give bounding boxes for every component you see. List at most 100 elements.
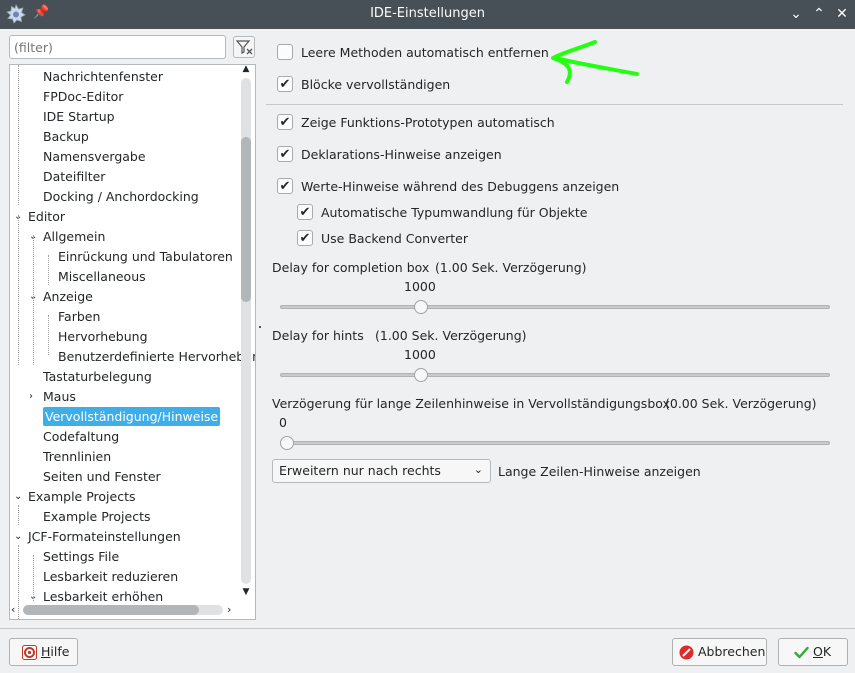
tree-item[interactable]: Settings File — [43, 547, 119, 567]
slider-value-completion-delay: 1000 — [404, 279, 436, 294]
clear-filter-button[interactable] — [233, 36, 255, 58]
tree-item[interactable]: Farben — [58, 307, 100, 327]
tree-item[interactable]: IDE Startup — [43, 107, 115, 127]
checkbox-box[interactable]: ✔ — [297, 204, 313, 220]
tree-item-label: Maus — [43, 389, 76, 404]
tree-item-label: Trennlinien — [43, 449, 112, 464]
help-icon — [22, 645, 37, 660]
checkbox-box[interactable]: ✔ — [277, 76, 293, 92]
tree-item[interactable]: Benutzerdefinierte Hervorhebungen — [58, 347, 255, 367]
settings-tree[interactable]: Nachrichtenfenster FPDoc-Editor IDE Startu… — [9, 64, 256, 620]
tree-item[interactable]: Dateifilter — [43, 167, 105, 187]
tree-vertical-scrollbar[interactable]: ▲ ▼ — [238, 64, 254, 601]
tree-item[interactable]: Docking / Anchordocking — [43, 187, 199, 207]
slider-groove[interactable] — [280, 441, 830, 445]
scroll-left-icon[interactable]: ‹ — [11, 603, 15, 616]
tree-item[interactable]: Vervollständigung/Hinweise — [43, 407, 221, 427]
tree-item[interactable]: Tastaturbelegung — [43, 367, 152, 387]
ok-mnemonic: O — [813, 644, 823, 659]
tree-item[interactable]: Editor — [28, 207, 65, 227]
chevron-down-icon: ⌄ — [473, 463, 483, 476]
checkbox-box[interactable]: ✔ — [277, 178, 293, 194]
tree-item-label: JCF-Formateinstellungen — [28, 529, 181, 544]
footer-separator — [0, 628, 855, 629]
scroll-right-icon[interactable]: › — [227, 603, 231, 616]
hscroll-thumb[interactable] — [23, 605, 199, 615]
tree-item[interactable]: Miscellaneous — [58, 267, 146, 287]
tree-item-label: Seiten und Fenster — [43, 469, 161, 484]
close-button[interactable]: ✕ — [833, 5, 851, 23]
tree-item[interactable]: Trennlinien — [43, 447, 111, 467]
checkbox-backend-converter[interactable]: ✔ Use Backend Converter — [297, 229, 497, 249]
slider-long-line-delay[interactable] — [280, 436, 830, 450]
checkbox-value-hints[interactable]: ✔ Werte-Hinweise während des Debuggens a… — [277, 177, 620, 197]
tree-item-label: Farben — [58, 309, 101, 324]
slider-handle[interactable] — [280, 436, 294, 450]
scroll-thumb[interactable] — [241, 137, 251, 302]
tree-item[interactable]: Example Projects — [43, 507, 150, 527]
checkbox-label: Automatische Typumwandlung für Objekte — [321, 205, 588, 220]
checkbox-box[interactable]: ✔ — [297, 230, 313, 246]
slider-completion-delay[interactable] — [280, 300, 830, 314]
cancel-label: Abbrechen — [698, 644, 766, 659]
tree-item[interactable]: Namensvergabe — [43, 147, 146, 167]
tree-item[interactable]: Example Projects — [28, 487, 135, 507]
tree-item-label: Lesbarkeit reduzieren — [43, 569, 179, 584]
chevron-right-icon[interactable]: › — [29, 391, 33, 402]
tree-item[interactable]: Allgemein — [43, 227, 105, 247]
tree-item[interactable]: Backup — [43, 127, 89, 147]
tree-item-label: IDE Startup — [43, 109, 115, 124]
title-bar: 📌 IDE-Einstellungen ⌄ ⌃ ✕ — [0, 0, 855, 29]
green-arrow-annotation-icon — [551, 40, 639, 84]
tree-item-label: Vervollständigung/Hinweise — [43, 407, 221, 426]
checkbox-auto-typecast[interactable]: ✔ Automatische Typumwandlung für Objekte — [297, 203, 597, 223]
filter-input[interactable] — [9, 35, 226, 59]
slider-label-completion-delay: Delay for completion box — [272, 260, 430, 275]
checkbox-box[interactable]: ✔ — [277, 146, 293, 162]
tree-item[interactable]: Seiten und Fenster — [43, 467, 161, 487]
tree-item[interactable]: Maus — [43, 387, 76, 407]
tree-guide-line — [18, 65, 19, 205]
checkbox-declaration-hints[interactable]: ✔ Deklarations-Hinweise anzeigen — [277, 145, 527, 165]
slider-value-hint-delay: 1000 — [404, 347, 436, 362]
tree-item[interactable]: Anzeige — [43, 287, 93, 307]
slider-label-hint-delay: Delay for hints — [272, 328, 364, 343]
cancel-button[interactable]: Abbrechen — [672, 638, 767, 666]
checkbox-box[interactable] — [277, 44, 293, 60]
chevron-down-icon[interactable]: ⌄ — [14, 531, 22, 542]
slider-groove[interactable] — [280, 373, 830, 377]
checkbox-label: Werte-Hinweise während des Debuggens anz… — [301, 179, 620, 194]
help-mnemonic: H — [41, 644, 51, 659]
checkbox-box[interactable]: ✔ — [277, 114, 293, 130]
tree-item[interactable]: FPDoc-Editor — [43, 87, 123, 107]
tree-item-label: Docking / Anchordocking — [43, 189, 199, 204]
checkbox-label: Use Backend Converter — [321, 231, 469, 246]
tree-item-label: Hervorhebung — [58, 329, 148, 344]
slider-groove[interactable] — [280, 305, 830, 309]
scroll-down-icon[interactable]: ▼ — [240, 587, 252, 597]
tree-item[interactable]: Hervorhebung — [58, 327, 148, 347]
scroll-up-icon[interactable]: ▲ — [240, 64, 252, 74]
help-button[interactable]: Hilfe — [9, 638, 78, 666]
slider-handle[interactable] — [414, 368, 428, 382]
checkbox-complete-blocks[interactable]: ✔ Blöcke vervollständigen — [277, 75, 477, 95]
checkbox-label: Zeige Funktions-Prototypen automatisch — [301, 115, 555, 130]
tree-horizontal-scrollbar[interactable]: ‹ › — [9, 602, 239, 618]
tree-guide-line — [33, 555, 34, 601]
tree-item[interactable]: Lesbarkeit reduzieren — [43, 567, 178, 587]
tree-item[interactable]: Codefaltung — [43, 427, 119, 447]
checkbox-show-prototypes[interactable]: ✔ Zeige Funktions-Prototypen automatisch — [277, 113, 577, 133]
tree-item[interactable]: Einrückung und Tabulatoren — [58, 247, 233, 267]
chevron-down-icon[interactable]: ⌄ — [14, 491, 22, 502]
maximize-button[interactable]: ⌃ — [810, 5, 828, 23]
checkbox-remove-empty-methods[interactable]: Leere Methoden automatisch entfernen — [277, 43, 549, 63]
slider-hint-delay[interactable] — [280, 368, 830, 382]
tree-item[interactable]: JCF-Formateinstellungen — [28, 527, 181, 547]
tree-item-label: Example Projects — [28, 489, 136, 504]
minimize-button[interactable]: ⌄ — [787, 5, 805, 23]
ok-button[interactable]: OK — [778, 638, 848, 666]
long-line-hint-select[interactable]: Erweitern nur nach rechts ⌄ — [272, 459, 491, 483]
tree-item[interactable]: Nachrichtenfenster — [43, 67, 163, 87]
slider-handle[interactable] — [414, 300, 428, 314]
tree-item-label: Anzeige — [43, 289, 93, 304]
